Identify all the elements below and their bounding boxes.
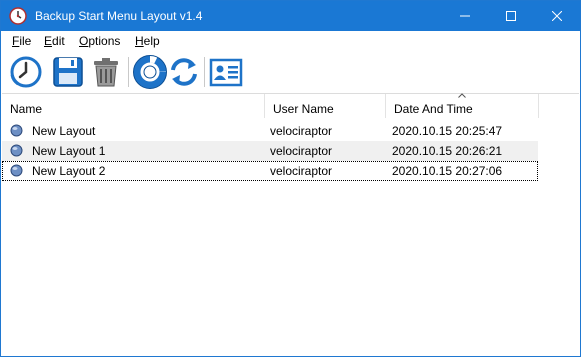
lifebuoy-icon[interactable] xyxy=(133,55,167,89)
row-datetime: 2020.10.15 20:25:47 xyxy=(392,124,503,138)
column-header-user-name[interactable]: User Name xyxy=(265,94,386,118)
sort-ascending-icon xyxy=(458,93,466,98)
row-user: velociraptor xyxy=(270,144,333,158)
row-datetime: 2020.10.15 20:27:06 xyxy=(392,164,503,178)
maximize-icon xyxy=(506,11,516,21)
row-name: New Layout 2 xyxy=(32,164,106,178)
trash-can-icon[interactable] xyxy=(89,55,123,89)
toolbar-separator xyxy=(204,57,205,87)
table-row[interactable]: New Layout velociraptor 2020.10.15 20:25… xyxy=(2,121,538,141)
title-bar[interactable]: Backup Start Menu Layout v1.4 xyxy=(1,1,580,31)
column-header-name[interactable]: Name xyxy=(2,94,265,118)
row-datetime: 2020.10.15 20:26:21 xyxy=(392,144,503,158)
toolbar xyxy=(1,51,580,93)
table-row[interactable]: New Layout 1 velociraptor 2020.10.15 20:… xyxy=(2,141,538,161)
close-icon xyxy=(552,11,562,21)
menu-file[interactable]: File xyxy=(12,34,31,48)
clock-backup-icon[interactable] xyxy=(9,55,43,89)
app-clock-icon[interactable] xyxy=(9,7,27,25)
save-disk-icon[interactable] xyxy=(51,55,85,89)
app-window: Backup Start Menu Layout v1.4 File Edit … xyxy=(0,0,581,357)
minimize-button[interactable] xyxy=(442,1,488,31)
refresh-icon[interactable] xyxy=(167,55,201,89)
close-button[interactable] xyxy=(534,1,580,31)
layout-list[interactable]: Name User Name Date And Time New Layout … xyxy=(2,93,579,356)
layout-item-icon xyxy=(10,144,23,157)
layout-item-icon xyxy=(10,164,23,177)
table-row[interactable]: New Layout 2 velociraptor 2020.10.15 20:… xyxy=(2,161,538,181)
row-user: velociraptor xyxy=(270,164,333,178)
row-name: New Layout xyxy=(32,124,96,138)
layout-item-icon xyxy=(10,124,23,137)
menu-help[interactable]: Help xyxy=(135,34,160,48)
maximize-button[interactable] xyxy=(488,1,534,31)
menu-options[interactable]: Options xyxy=(79,34,120,48)
menu-edit[interactable]: Edit xyxy=(44,34,65,48)
row-user: velociraptor xyxy=(270,124,333,138)
window-title: Backup Start Menu Layout v1.4 xyxy=(35,9,203,23)
menu-bar: File Edit Options Help xyxy=(1,31,580,51)
minimize-icon xyxy=(460,15,470,17)
contact-card-icon[interactable] xyxy=(209,55,243,89)
column-header-date-and-time[interactable]: Date And Time xyxy=(386,93,539,118)
row-name: New Layout 1 xyxy=(32,144,106,158)
toolbar-separator xyxy=(128,57,129,87)
